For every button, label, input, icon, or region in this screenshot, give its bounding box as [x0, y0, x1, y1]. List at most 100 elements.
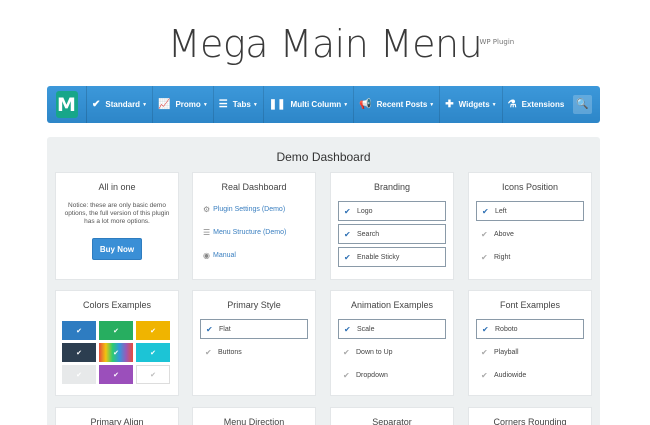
option-enable-sticky[interactable]: ✔ Enable Sticky [338, 247, 446, 267]
link-plugin-settings[interactable]: ⚙ Plugin Settings (Demo) [203, 204, 315, 215]
card-title: Branding [373, 182, 411, 192]
check-icon: ✔ [344, 324, 351, 334]
page-title: Mega Main Menu WP Plugin [167, 22, 515, 66]
menu-item-standard[interactable]: ✔ Standard ▼ [87, 86, 154, 123]
caret-down-icon: ▼ [202, 101, 208, 108]
option-roboto[interactable]: ✔ Roboto [476, 319, 584, 339]
card-title: Animation Examples [350, 300, 434, 310]
menu-item-widgets[interactable]: ✚ Widgets ▼ [440, 86, 503, 123]
card-colors-examples: Colors Examples ✔ ✔ ✔ ✔ ✔ ✔ ✔ ✔ ✔ [55, 290, 179, 396]
puzzle-icon: ✚ [445, 99, 454, 110]
caret-down-icon: ▼ [491, 101, 497, 108]
caret-down-icon: ▼ [429, 101, 435, 108]
check-icon: ✔ [76, 349, 82, 357]
card-title: Menu Direction [223, 417, 285, 425]
card-title: Font Examples [499, 300, 561, 310]
card-animation-examples: Animation Examples ✔ Scale ✔ Down to Up ✔ D… [330, 290, 454, 396]
megaphone-icon: 📢 [359, 99, 372, 110]
flask-icon: ⚗ [507, 99, 517, 110]
card-title: Real Dashboard [221, 182, 287, 192]
check-icon: ✔ [113, 371, 119, 379]
card-title: All in one [98, 182, 136, 192]
check-icon: ✔ [76, 371, 82, 379]
gear-icon: ⚙ [203, 205, 211, 214]
option-flat[interactable]: ✔ Flat [200, 319, 308, 339]
card-title: Separator [372, 417, 412, 425]
check-icon: ✔ [206, 324, 213, 334]
globe-icon: ◉ [203, 251, 210, 260]
option-left[interactable]: ✔ Left [476, 201, 584, 221]
check-icon: ✔ [150, 349, 156, 357]
option-logo[interactable]: ✔ Logo [338, 201, 446, 221]
option-buttons[interactable]: ✔ Buttons [200, 342, 308, 362]
option-down-to-up[interactable]: ✔ Down to Up [338, 342, 446, 362]
page-title-superscript: WP Plugin [479, 38, 515, 46]
link-manual[interactable]: ◉ Manual [203, 250, 315, 261]
check-icon: ✔ [344, 206, 351, 216]
link-menu-structure[interactable]: ☰ Menu Structure (Demo) [203, 227, 315, 238]
main-menu-bar: M ✔ Standard ▼ 📈 Promo ▼ ☰ Tabs ▼ ❚❚ Multi … [47, 86, 600, 123]
caret-down-icon: ▼ [343, 101, 349, 108]
menu-item-recent-posts[interactable]: 📢 Recent Posts ▼ [354, 86, 441, 123]
color-swatch[interactable]: ✔ [136, 343, 170, 362]
option-scale[interactable]: ✔ Scale [338, 319, 446, 339]
check-icon: ✔ [150, 371, 156, 379]
color-swatch[interactable]: ✔ [136, 365, 170, 384]
card-menu-direction: Menu Direction [192, 407, 316, 425]
check-icon: ✔ [481, 252, 488, 262]
color-swatch[interactable]: ✔ [99, 365, 133, 384]
buy-now-button[interactable]: Buy Now [92, 238, 142, 260]
check-icon: ✔ [76, 327, 82, 335]
check-icon: ✔ [113, 349, 119, 357]
caret-down-icon: ▼ [252, 101, 258, 108]
option-playball[interactable]: ✔ Playball [476, 342, 584, 362]
card-real-dashboard: Real Dashboard ⚙ Plugin Settings (Demo) ☰… [192, 172, 316, 280]
list-icon: ☰ [203, 228, 211, 237]
check-icon: ✔ [482, 206, 489, 216]
check-icon: ✔ [343, 347, 350, 357]
menu-item-tabs[interactable]: ☰ Tabs ▼ [214, 86, 264, 123]
color-swatch[interactable]: ✔ [62, 343, 96, 362]
search-icon: 🔍 [576, 99, 589, 110]
card-separator: Separator [330, 407, 454, 425]
card-font-examples: Font Examples ✔ Roboto ✔ Playball ✔ Audiowi… [468, 290, 592, 396]
menu-logo[interactable]: M [47, 86, 87, 123]
card-branding: Branding ✔ Logo ✔ Search ✔ Enable Sticky [330, 172, 454, 280]
header: Mega Main Menu WP Plugin [0, 22, 650, 66]
menu-item-promo[interactable]: 📈 Promo ▼ [153, 86, 214, 123]
card-all-in-one: All in one Notice: these are only basic … [55, 172, 179, 280]
card-primary-align: Primary Align [55, 407, 179, 425]
option-search[interactable]: ✔ Search [338, 224, 446, 244]
check-icon: ✔ [482, 324, 489, 334]
check-icon: ✔ [113, 327, 119, 335]
caret-down-icon: ▼ [142, 101, 148, 108]
option-dropdown[interactable]: ✔ Dropdown [338, 365, 446, 385]
check-icon: ✔ [344, 252, 351, 262]
color-swatch[interactable]: ✔ [62, 321, 96, 340]
color-swatch[interactable]: ✔ [62, 365, 96, 384]
search-button[interactable]: 🔍 [573, 95, 592, 114]
chart-icon: 📈 [158, 99, 171, 110]
card-title: Colors Examples [82, 300, 152, 310]
card-primary-style: Primary Style ✔ Flat ✔ Buttons [192, 290, 316, 396]
check-icon: ✔ [343, 370, 350, 380]
check-icon: ✔ [481, 370, 488, 380]
logo-badge: M [55, 91, 78, 118]
option-right[interactable]: ✔ Right [476, 247, 584, 267]
color-swatch[interactable]: ✔ [136, 321, 170, 340]
color-swatch[interactable]: ✔ [99, 321, 133, 340]
check-icon: ✔ [205, 347, 212, 357]
option-above[interactable]: ✔ Above [476, 224, 584, 244]
check-icon: ✔ [344, 229, 351, 239]
notice-text: Notice: these are only basic demo option… [64, 202, 170, 225]
check-icon: ✔ [481, 347, 488, 357]
option-audiowide[interactable]: ✔ Audiowide [476, 365, 584, 385]
dashboard-title: Demo Dashboard [276, 150, 371, 164]
demo-dashboard: Demo Dashboard All in one Notice: these … [47, 137, 600, 425]
card-title: Primary Style [227, 300, 281, 310]
menu-item-multi-column[interactable]: ❚❚ Multi Column ▼ [264, 86, 355, 123]
card-title: Primary Align [90, 417, 144, 425]
check-icon: ✔ [92, 99, 101, 110]
color-swatch[interactable]: ✔ [99, 343, 133, 362]
menu-item-extensions[interactable]: ⚗ Extensions [503, 86, 570, 123]
